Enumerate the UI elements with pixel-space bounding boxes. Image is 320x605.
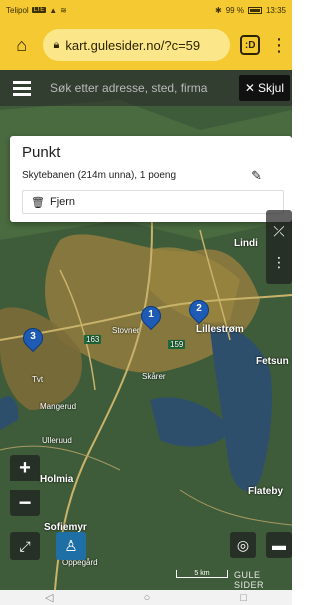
map-marker[interactable]: 1 — [136, 301, 166, 334]
system-nav-bar: ◁ ○ □ — [0, 590, 292, 605]
popup-description: Skytebanen (214m unna), 1 poeng — [22, 170, 176, 181]
status-left: Telipol LTE ▲ ≋ — [6, 6, 67, 15]
url-text: kart.gulesider.no/?c=59 — [65, 37, 201, 53]
map-marker[interactable]: 2 — [184, 295, 214, 328]
hide-label: Skjul — [257, 81, 284, 95]
status-bar: Telipol LTE ▲ ≋ ✱ 99 % 13:35 — [0, 0, 292, 20]
hamburger-line — [13, 86, 31, 90]
search-input[interactable]: Søk etter adresse, sted, firma — [44, 70, 239, 106]
map-label-flateby: Flateby — [248, 486, 284, 497]
streetview-pegman-icon[interactable]: ♙ — [56, 532, 86, 560]
map-label-tveita: Tvt — [32, 375, 44, 384]
carrier-name: Telipol — [6, 5, 29, 15]
map-label-skarer: Skårer — [142, 372, 166, 381]
clock: 13:35 — [265, 5, 286, 15]
road-number-159: 159 — [168, 340, 186, 349]
kebab-menu-icon[interactable]: ⋮ — [270, 35, 288, 56]
locate-icon[interactable]: ◎ — [230, 532, 256, 558]
map-tools-panel: ⤫ ⋮ — [266, 210, 292, 284]
signal-icon: ▲ — [49, 5, 58, 15]
hamburger-icon[interactable] — [0, 70, 44, 106]
close-icon: ✕ — [244, 81, 255, 95]
battery-icon — [247, 6, 262, 14]
popup-title: Punkt — [22, 144, 61, 161]
map-search-bar: Søk etter adresse, sted, firma ✕ Skjul — [0, 70, 292, 106]
map-view[interactable]: Søk etter adresse, sted, firma ✕ Skjul P… — [0, 70, 292, 590]
home-icon[interactable]: ⌂ — [8, 31, 35, 59]
hide-button[interactable]: ✕ Skjul — [238, 75, 290, 101]
tab-count: :D — [244, 39, 256, 51]
point-popup: Punkt Skytebanen (214m unna), 1 poeng ✎ … — [10, 136, 292, 222]
bluetooth-icon: ✱ — [215, 5, 222, 15]
more-icon[interactable]: ⋮ — [272, 254, 286, 271]
marker-number: 3 — [30, 331, 36, 342]
browser-toolbar: ⌂ 🔒︎ kart.gulesider.no/?c=59 :D ⋮ — [0, 20, 292, 70]
scale-bar: 5 km — [176, 570, 228, 578]
road-number-163: 163 — [84, 335, 102, 344]
gulesider-logo: GULE SIDER — [234, 570, 265, 590]
fullscreen-icon[interactable]: ⤢ — [10, 532, 40, 560]
back-icon[interactable]: ◁ — [45, 591, 53, 604]
map-label-holmia: Holmia — [40, 474, 74, 485]
hamburger-line — [13, 80, 31, 84]
zoom-in-button[interactable]: + — [10, 455, 40, 481]
map-label-lindi: Lindi — [234, 238, 258, 249]
address-bar[interactable]: 🔒︎ kart.gulesider.no/?c=59 — [43, 29, 231, 61]
map-marker[interactable]: 3 — [18, 323, 48, 356]
battery-percent: 99 % — [225, 5, 244, 15]
layers-icon[interactable]: ▬ — [266, 532, 292, 558]
marker-number: 2 — [196, 303, 202, 314]
pencil-icon[interactable]: ✎ — [251, 168, 262, 184]
zoom-out-button[interactable]: − — [10, 490, 40, 516]
map-label-fetsun: Fetsun — [256, 356, 289, 367]
remove-button[interactable]: 🗑︎ Fjern — [22, 190, 284, 214]
network-badge: LTE — [31, 7, 47, 13]
map-label-stovner: Stovner — [112, 326, 140, 335]
lock-icon: 🔒︎ — [53, 38, 60, 51]
map-label-ulleruud: Ulleruud — [42, 436, 72, 445]
wifi-icon: ≋ — [60, 5, 67, 15]
marker-number: 1 — [148, 309, 154, 320]
map-label-mangerud: Mangerud — [40, 402, 77, 411]
trash-icon: 🗑︎ — [31, 196, 45, 209]
remove-label: Fjern — [49, 196, 76, 208]
status-right: ✱ 99 % 13:35 — [215, 6, 286, 15]
hamburger-line — [13, 92, 31, 96]
home-nav-icon[interactable]: ○ — [144, 592, 151, 604]
recents-icon[interactable]: □ — [240, 592, 247, 604]
tab-switcher-button[interactable]: :D — [240, 35, 261, 55]
measure-icon[interactable]: ⤫ — [273, 223, 284, 240]
